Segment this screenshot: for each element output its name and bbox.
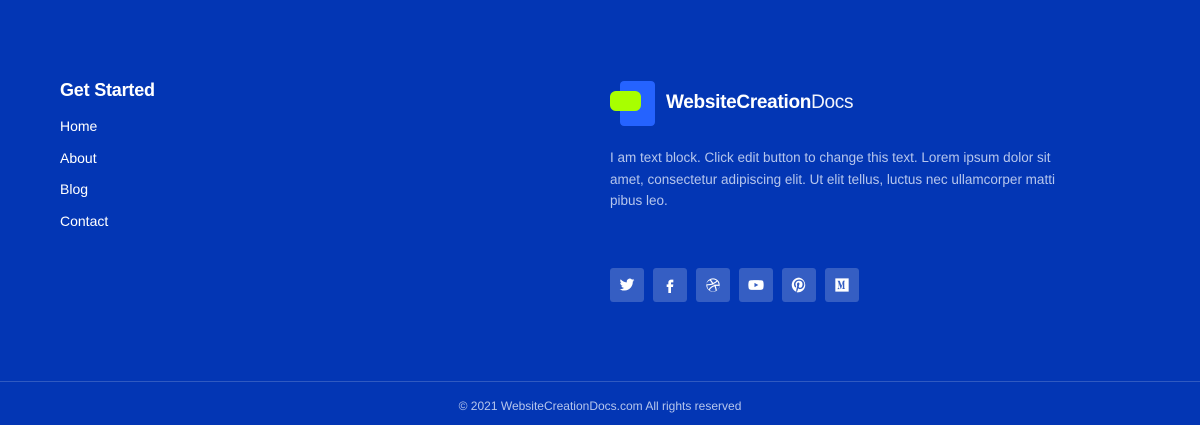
nav-item-contact[interactable]: Contact bbox=[60, 213, 155, 230]
nav-link-home[interactable]: Home bbox=[60, 118, 97, 134]
youtube-button[interactable] bbox=[739, 267, 773, 302]
copyright-text: © 2021 WebsiteCreationDocs.com All right… bbox=[458, 399, 742, 413]
nav-item-about[interactable]: About bbox=[60, 150, 155, 167]
brand-name-light: Docs bbox=[811, 92, 854, 113]
brand-name-bold: WebsiteCreation bbox=[666, 92, 812, 113]
medium-button[interactable] bbox=[825, 267, 859, 302]
footer-nav-list: Home About Blog Contact bbox=[60, 118, 155, 230]
pinterest-icon bbox=[791, 277, 806, 292]
pinterest-button[interactable] bbox=[782, 267, 816, 302]
social-links bbox=[610, 267, 1070, 302]
footer-divider bbox=[0, 381, 1200, 382]
footer-description: I am text block. Click edit button to ch… bbox=[610, 150, 1055, 208]
youtube-icon bbox=[748, 279, 764, 290]
brand-name: WebsiteCreationDocs bbox=[666, 92, 853, 114]
facebook-button[interactable] bbox=[653, 267, 687, 302]
footer-menu: Get Started Home About Blog Contact bbox=[60, 78, 155, 244]
brand-logo-icon bbox=[610, 80, 656, 126]
dribbble-icon bbox=[706, 277, 720, 292]
facebook-icon bbox=[666, 279, 674, 293]
nav-link-contact[interactable]: Contact bbox=[60, 213, 108, 229]
twitter-icon bbox=[619, 278, 635, 291]
nav-item-blog[interactable]: Blog bbox=[60, 181, 155, 198]
brand[interactable]: WebsiteCreationDocs bbox=[610, 80, 1070, 126]
medium-icon bbox=[835, 277, 849, 292]
twitter-button[interactable] bbox=[610, 267, 644, 302]
logo-pill bbox=[610, 91, 641, 111]
nav-link-about[interactable]: About bbox=[60, 150, 97, 166]
footer-about: WebsiteCreationDocs I am text block. Cli… bbox=[610, 80, 1070, 302]
menu-title: Get Started bbox=[60, 80, 155, 100]
nav-item-home[interactable]: Home bbox=[60, 118, 155, 135]
nav-link-blog[interactable]: Blog bbox=[60, 181, 88, 197]
dribbble-button[interactable] bbox=[696, 267, 730, 302]
